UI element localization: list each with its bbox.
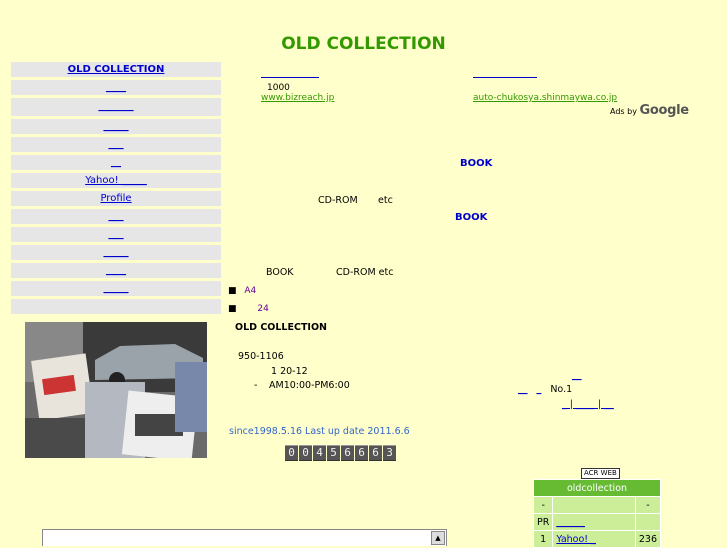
nav-link[interactable]: ___ [109, 211, 124, 222]
right-link-group[interactable]: _ | ____ | __ [562, 399, 614, 410]
nav-item-home[interactable]: OLD COLLECTION [11, 62, 221, 77]
access-counter: 0 0 4 5 6 6 6 3 [285, 445, 397, 461]
nav-link[interactable]: _______ [99, 101, 134, 112]
zip-code: 950-1106 [238, 351, 284, 362]
ads-by-label: Ads by [610, 107, 637, 116]
nav-link[interactable]: ___ [109, 139, 124, 150]
right-link[interactable]: __ [518, 384, 528, 395]
sidebar-nav: OLD COLLECTION ____ _______ _____ ___ __… [11, 62, 221, 317]
nav-item[interactable]: _____ [11, 245, 221, 260]
nav-item[interactable]: ____ [11, 263, 221, 278]
counter-digit: 6 [369, 445, 382, 461]
ad-headline[interactable] [473, 67, 537, 78]
nav-link[interactable]: _____ [104, 121, 129, 132]
address: 1 20-12 [271, 366, 308, 377]
bullet-item: ■ 24 [228, 304, 269, 314]
table-row: - - [532, 496, 662, 514]
square-bullet-icon: ■ [228, 304, 237, 314]
acr-web-badge[interactable]: ACR WEB [581, 468, 620, 479]
nav-item[interactable]: ____ [11, 80, 221, 95]
google-logo: Google [639, 103, 689, 118]
shop-name: OLD COLLECTION [235, 322, 327, 333]
nav-link[interactable]: OLD COLLECTION [68, 64, 165, 75]
nav-link[interactable]: Profile [100, 193, 131, 204]
scroll-textbox[interactable]: ▲ [42, 529, 447, 546]
etc-text: etc [378, 195, 393, 206]
rank-table: oldcollection - - PR ______ 1 Yahoo! _ 2… [532, 479, 662, 548]
no1-text: No.1 [550, 384, 573, 395]
counter-digit: 0 [285, 445, 298, 461]
book-link-2[interactable]: BOOK [455, 212, 487, 223]
right-link-row: __ _ No.1 [518, 384, 572, 395]
cdrom-text: CD-ROM [318, 195, 358, 206]
book-link[interactable]: BOOK [460, 158, 492, 169]
collection-photo [25, 322, 207, 458]
nav-link[interactable]: ____ [106, 265, 126, 276]
nav-link[interactable]: _____ [104, 247, 129, 258]
nav-item[interactable]: ___ [11, 137, 221, 152]
nav-link[interactable]: _____ [104, 283, 129, 294]
nav-link[interactable]: __ [111, 157, 121, 168]
nav-link[interactable]: ____ [106, 82, 126, 93]
nav-item[interactable]: ___ [11, 227, 221, 242]
ads-by-google[interactable]: Ads by Google [610, 103, 689, 118]
right-link[interactable]: _ [537, 384, 542, 395]
table-row: PR ______ [532, 513, 662, 531]
nav-item-yahoo[interactable]: Yahoo! _____ [11, 173, 221, 188]
right-link[interactable]: __ [572, 370, 582, 381]
rank-no: - [532, 496, 554, 514]
nav-link[interactable]: ___ [109, 229, 124, 240]
counter-digit: 4 [313, 445, 326, 461]
counter-digit: 5 [327, 445, 340, 461]
bullet-item: ■ A4 [228, 286, 257, 296]
rank-count: - [634, 496, 662, 514]
page-title: OLD COLLECTION [281, 34, 446, 54]
nav-item[interactable]: ___ [11, 209, 221, 224]
square-bullet-icon: ■ [228, 286, 237, 296]
ad-body: 1000 [267, 83, 290, 93]
ad-body [473, 81, 673, 93]
ad-url[interactable]: auto-chukosya.shinmaywa.co.jp [473, 93, 673, 103]
counter-digit: 6 [355, 445, 368, 461]
ad-left[interactable]: 1000 www.bizreach.jp [261, 67, 451, 103]
nav-item[interactable]: _____ [11, 281, 221, 296]
rank-header: oldcollection [533, 479, 661, 497]
cdrom-etc-text: CD-ROM etc [336, 267, 394, 278]
ad-url[interactable]: www.bizreach.jp [261, 93, 451, 103]
rank-title[interactable]: oldcollection [533, 479, 661, 497]
nav-item[interactable]: __ [11, 155, 221, 170]
rank-name[interactable]: ______ [552, 513, 636, 531]
nav-item[interactable]: _______ [11, 98, 221, 116]
rank-count [634, 513, 662, 531]
counter-digit: 6 [341, 445, 354, 461]
book-text: BOOK [266, 267, 294, 278]
ad-right[interactable]: auto-chukosya.shinmaywa.co.jp [473, 67, 673, 103]
nav-item[interactable]: _____ [11, 119, 221, 134]
scroll-up-arrow-icon[interactable]: ▲ [431, 531, 445, 545]
ad-headline[interactable] [261, 67, 319, 78]
rank-no: PR [532, 513, 554, 531]
since-update: since1998.5.16 Last up date 2011.6.6 [229, 426, 410, 437]
rank-name [552, 496, 636, 514]
counter-digit: 0 [299, 445, 312, 461]
nav-item-profile[interactable]: Profile [11, 191, 221, 206]
nav-link[interactable]: Yahoo! _____ [85, 175, 147, 186]
counter-digit: 3 [383, 445, 396, 461]
business-hours: AM10:00-PM6:00 [269, 380, 350, 391]
nav-item-empty [11, 299, 221, 314]
hours-prefix: - [254, 380, 258, 391]
